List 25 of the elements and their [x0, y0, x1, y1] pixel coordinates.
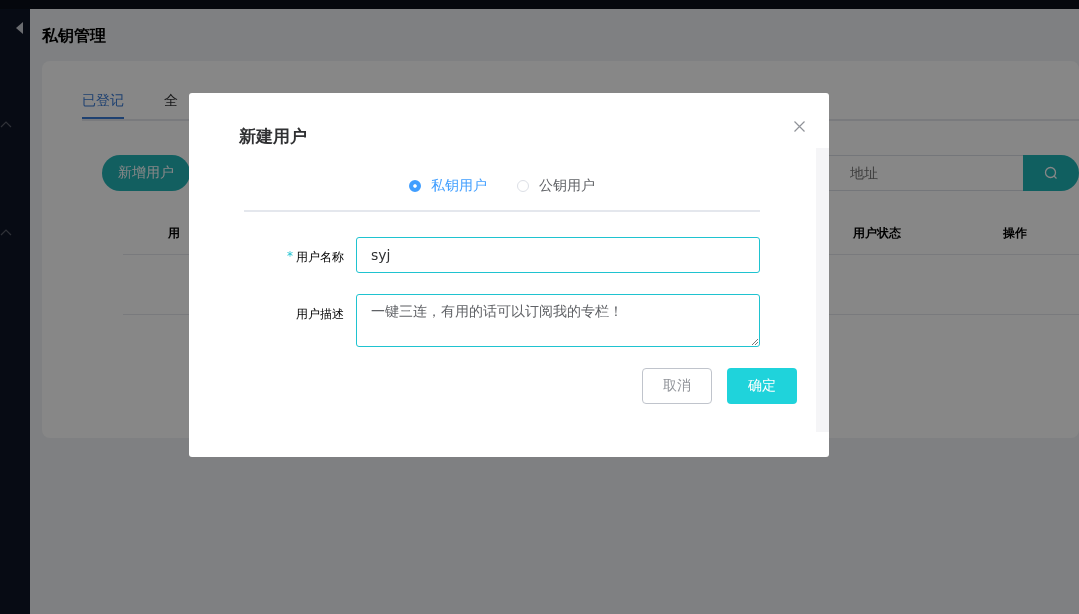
field-label: 用户描述 [296, 306, 344, 323]
input-field[interactable]: syj [356, 237, 760, 273]
radio-label[interactable]: 私钥用户 [431, 177, 487, 195]
textarea-field[interactable]: 一键三连，有用的话可以订阅我的专栏！ [356, 294, 760, 347]
dialog-title: 新建用户 [239, 125, 307, 148]
column-header: 用 [168, 225, 181, 242]
close-icon[interactable] [794, 121, 805, 132]
confirm-button[interactable]: 确定 [727, 368, 797, 404]
column-header: 用户状态 [853, 225, 902, 242]
tab[interactable]: 已登记 [82, 89, 124, 119]
search-button[interactable] [1023, 155, 1079, 191]
field-label: 用户名称 [296, 249, 344, 266]
add-user-button[interactable]: 新增用户 [102, 155, 190, 191]
page-title: 私钥管理 [42, 25, 107, 47]
chevron-up-icon[interactable] [0, 121, 12, 128]
tab[interactable]: 全 [164, 89, 178, 119]
resize-grip-icon[interactable] [751, 338, 758, 345]
collapse-icon[interactable] [16, 22, 23, 34]
search-icon [1044, 166, 1058, 180]
required-mark: * [287, 249, 293, 265]
radio-button[interactable] [409, 180, 421, 192]
chevron-up-icon[interactable] [0, 229, 12, 236]
cancel-button[interactable]: 取消 [642, 368, 712, 404]
column-header: 操作 [1003, 225, 1028, 242]
radio-label[interactable]: 公钥用户 [539, 177, 595, 195]
